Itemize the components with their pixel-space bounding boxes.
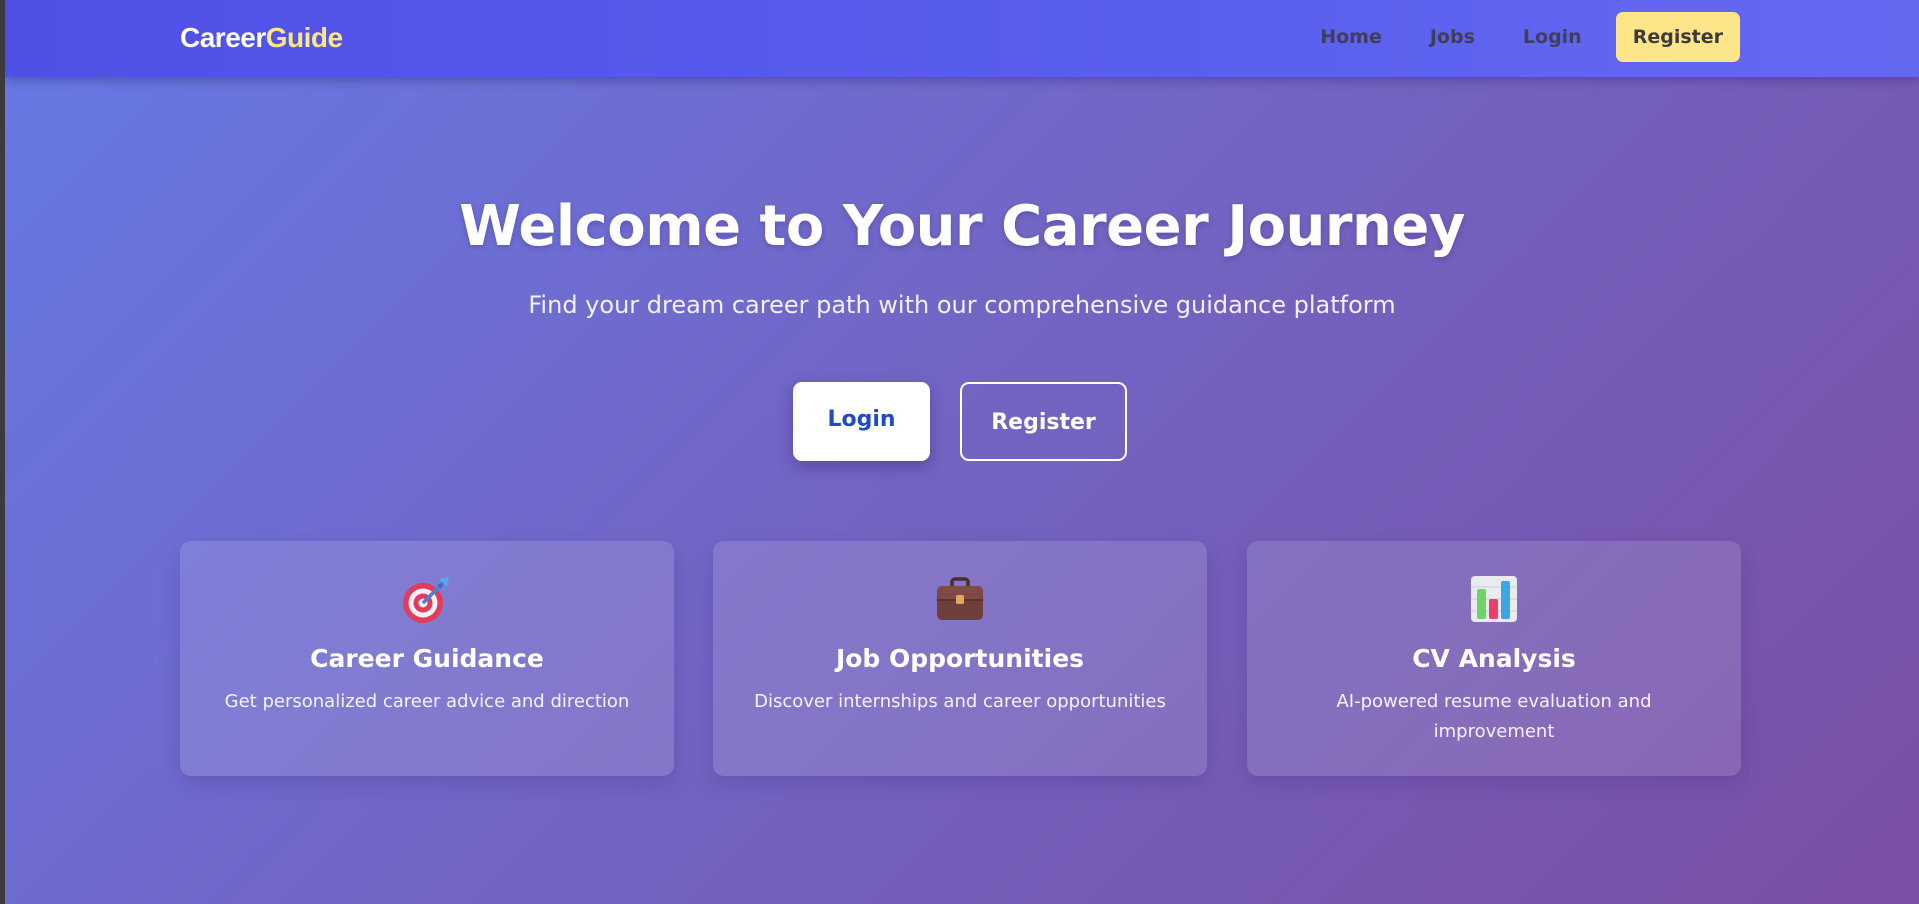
hero-subtitle: Find your dream career path with our com… xyxy=(528,291,1396,319)
navbar: CareerGuide Home Jobs Login Register xyxy=(5,0,1919,77)
hero-register-button[interactable]: Register xyxy=(960,382,1127,461)
bar-chart-icon xyxy=(1247,575,1741,625)
brand-logo-guide: Guide xyxy=(265,22,343,53)
nav-links: Home Jobs Login Register xyxy=(1296,12,1740,62)
feature-card-title: Career Guidance xyxy=(310,644,544,673)
briefcase-icon xyxy=(713,575,1207,625)
feature-card-description: Get personalized career advice and direc… xyxy=(224,691,630,712)
brand-logo[interactable]: CareerGuide xyxy=(180,20,343,56)
feature-card-description: AI-powered resume evaluation and improve… xyxy=(1336,691,1652,742)
feature-card-cv-analysis[interactable]: CV Analysis AI-powered resume evaluation… xyxy=(1247,541,1741,776)
app-window: CareerGuide Home Jobs Login Register Wel… xyxy=(5,0,1919,904)
hero-title: Welcome to Your Career Journey xyxy=(459,194,1465,259)
hero-login-button[interactable]: Login xyxy=(793,382,930,461)
nav-link-home[interactable]: Home xyxy=(1296,12,1406,62)
feature-card-description: Discover internships and career opportun… xyxy=(754,691,1166,712)
feature-card-title: Job Opportunities xyxy=(835,644,1085,673)
feature-card-title: CV Analysis xyxy=(1412,644,1576,673)
nav-register-button[interactable]: Register xyxy=(1615,12,1740,62)
brand-logo-career: Career xyxy=(180,22,266,53)
nav-link-jobs[interactable]: Jobs xyxy=(1406,12,1499,62)
target-icon xyxy=(180,575,674,625)
feature-card-career-guidance[interactable]: Career Guidance Get personalized career … xyxy=(180,541,674,776)
nav-link-login[interactable]: Login xyxy=(1499,12,1606,62)
feature-card-job-opportunities[interactable]: Job Opportunities Discover internships a… xyxy=(713,541,1207,776)
